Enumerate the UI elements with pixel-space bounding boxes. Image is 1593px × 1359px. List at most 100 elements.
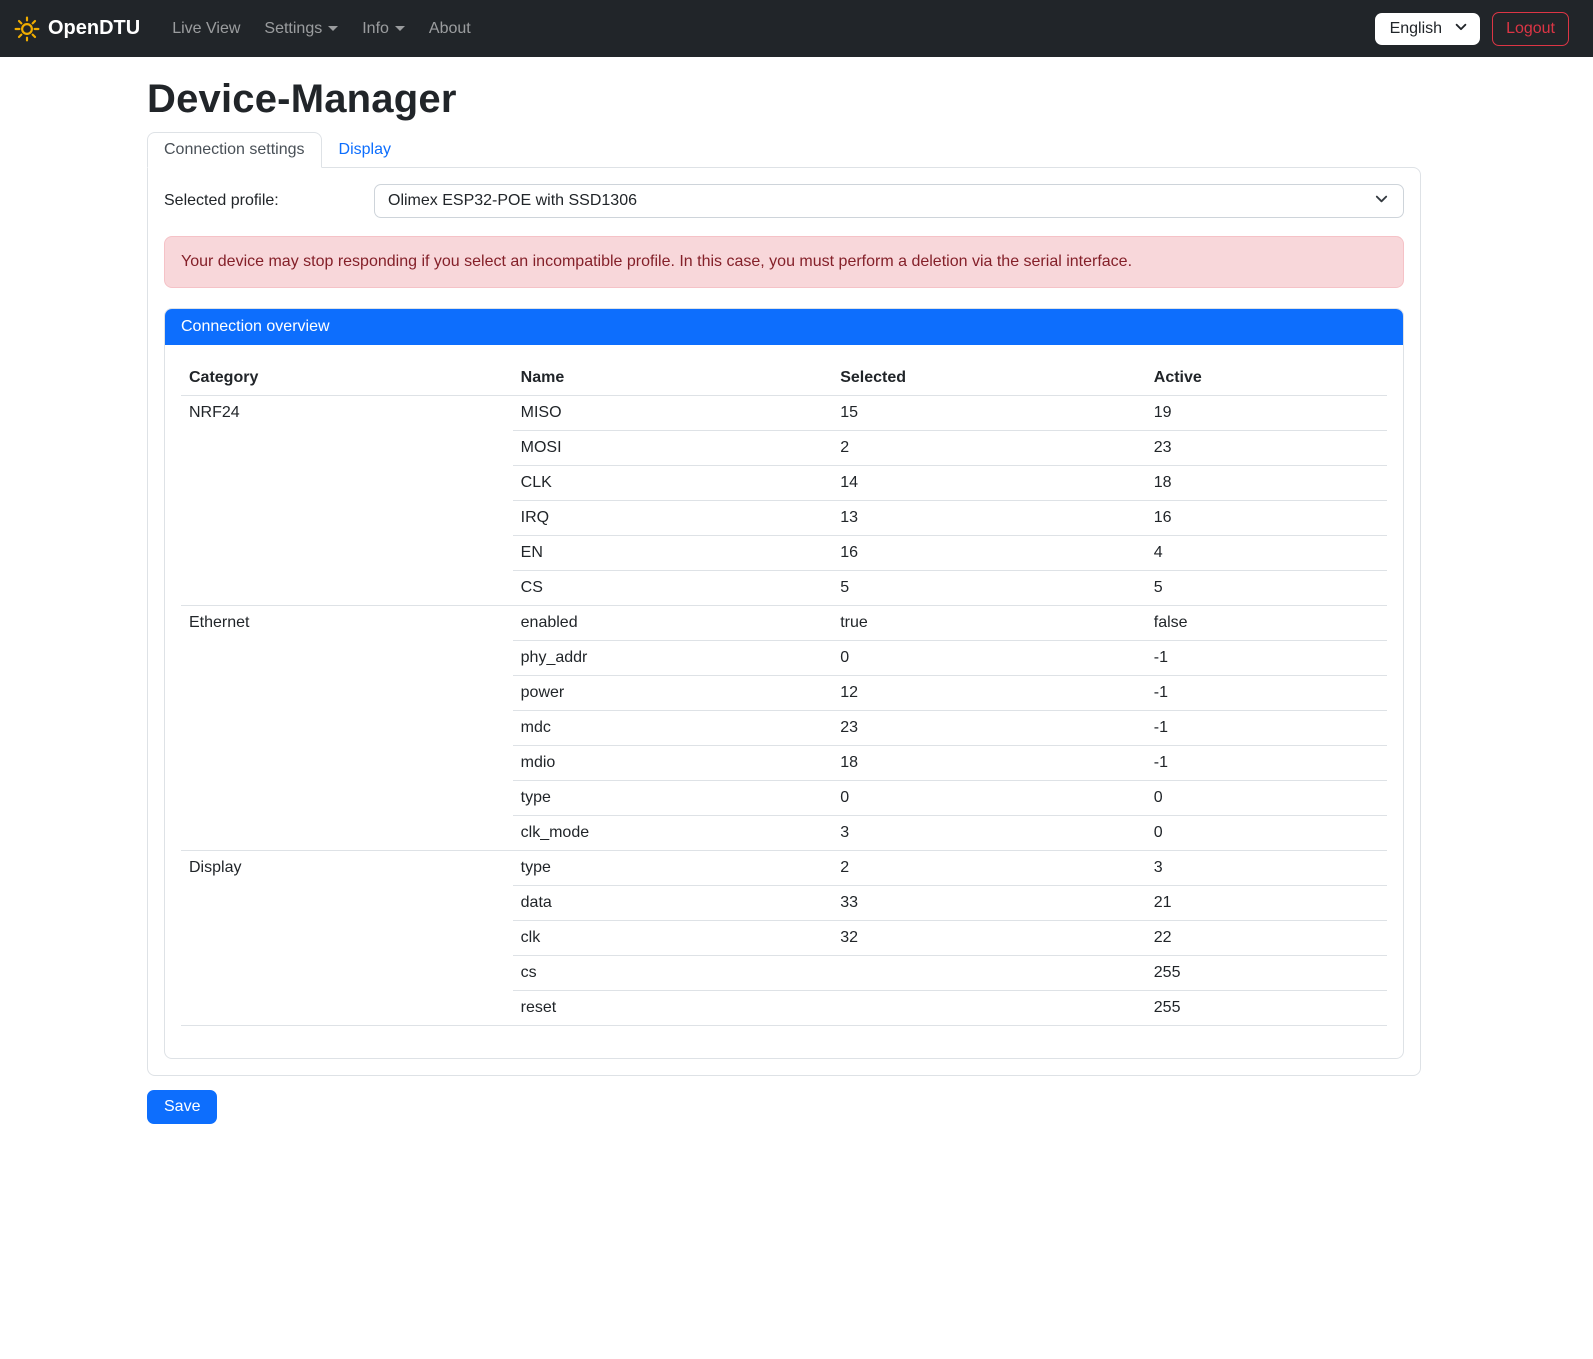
active-cell: 22 [1146, 921, 1387, 956]
name-cell: MISO [513, 396, 833, 431]
category-cell: Display [181, 851, 513, 1026]
profile-select[interactable]: Olimex ESP32-POE with SSD1306 [374, 184, 1404, 218]
name-cell: MOSI [513, 431, 833, 466]
page-title: Device-Manager [147, 77, 1421, 122]
name-cell: data [513, 886, 833, 921]
selected-cell: true [832, 606, 1146, 641]
tab-bar: Connection settings Display [147, 132, 1421, 167]
selected-cell [832, 991, 1146, 1026]
name-cell: mdio [513, 746, 833, 781]
selected-cell: 12 [832, 676, 1146, 711]
main-content: Device-Manager Connection settings Displ… [147, 77, 1421, 1124]
save-button[interactable]: Save [147, 1090, 217, 1124]
active-cell: -1 [1146, 641, 1387, 676]
selected-cell: 0 [832, 641, 1146, 676]
selected-cell: 23 [832, 711, 1146, 746]
caret-down-icon [328, 26, 338, 31]
connection-overview-body: Category Name Selected Active NRF24MISO1… [165, 345, 1403, 1058]
active-cell: 21 [1146, 886, 1387, 921]
connection-overview-table-body: NRF24MISO1519MOSI223CLK1418IRQ1316EN164C… [181, 396, 1387, 1026]
caret-down-icon [395, 26, 405, 31]
active-cell: 19 [1146, 396, 1387, 431]
selected-cell: 16 [832, 536, 1146, 571]
table-row: Displaytype23 [181, 851, 1387, 886]
name-cell: CLK [513, 466, 833, 501]
name-cell: IRQ [513, 501, 833, 536]
selected-cell: 15 [832, 396, 1146, 431]
active-cell: -1 [1146, 711, 1387, 746]
tab-display[interactable]: Display [322, 132, 408, 168]
selected-cell [832, 956, 1146, 991]
active-cell: 4 [1146, 536, 1387, 571]
selected-cell: 13 [832, 501, 1146, 536]
selected-cell: 3 [832, 816, 1146, 851]
category-cell: NRF24 [181, 396, 513, 606]
profile-select-value: Olimex ESP32-POE with SSD1306 [388, 192, 637, 209]
logout-button[interactable]: Logout [1492, 12, 1569, 46]
navbar-right: English Logout [1375, 12, 1579, 46]
column-header-name: Name [513, 361, 833, 396]
category-cell: Ethernet [181, 606, 513, 851]
nav-about[interactable]: About [417, 12, 483, 46]
brand-label: OpenDTU [48, 17, 140, 40]
active-cell: 18 [1146, 466, 1387, 501]
active-cell: 5 [1146, 571, 1387, 606]
active-cell: 3 [1146, 851, 1387, 886]
selected-cell: 2 [832, 431, 1146, 466]
name-cell: phy_addr [513, 641, 833, 676]
nav-info-label: Info [362, 20, 389, 37]
selected-cell: 5 [832, 571, 1146, 606]
name-cell: enabled [513, 606, 833, 641]
name-cell: EN [513, 536, 833, 571]
table-header-row: Category Name Selected Active [181, 361, 1387, 396]
selected-cell: 14 [832, 466, 1146, 501]
language-select-value: English [1390, 20, 1442, 37]
selected-cell: 32 [832, 921, 1146, 956]
active-cell: -1 [1146, 746, 1387, 781]
column-header-selected: Selected [832, 361, 1146, 396]
language-select[interactable]: English [1375, 13, 1480, 45]
nav-settings-label: Settings [264, 20, 322, 37]
tab-connection-settings[interactable]: Connection settings [147, 132, 322, 168]
column-header-active: Active [1146, 361, 1387, 396]
active-cell: -1 [1146, 676, 1387, 711]
name-cell: clk_mode [513, 816, 833, 851]
name-cell: type [513, 851, 833, 886]
name-cell: clk [513, 921, 833, 956]
active-cell: 0 [1146, 781, 1387, 816]
connection-overview-card: Connection overview Category Name Select… [164, 308, 1404, 1059]
active-cell: 0 [1146, 816, 1387, 851]
selected-cell: 33 [832, 886, 1146, 921]
chevron-down-icon [1454, 19, 1468, 38]
active-cell: 255 [1146, 956, 1387, 991]
nav-links: Live View Settings Info About [160, 12, 483, 46]
selected-profile-label: Selected profile: [164, 192, 374, 210]
name-cell: cs [513, 956, 833, 991]
active-cell: 255 [1146, 991, 1387, 1026]
connection-overview-header: Connection overview [165, 309, 1403, 345]
brand[interactable]: OpenDTU [14, 16, 140, 42]
table-row: Ethernetenabledtruefalse [181, 606, 1387, 641]
chevron-down-icon [1374, 191, 1389, 211]
connection-settings-panel: Selected profile: Olimex ESP32-POE with … [147, 167, 1421, 1076]
column-header-category: Category [181, 361, 513, 396]
name-cell: CS [513, 571, 833, 606]
selected-cell: 0 [832, 781, 1146, 816]
warning-alert: Your device may stop responding if you s… [164, 236, 1404, 288]
active-cell: false [1146, 606, 1387, 641]
table-row: NRF24MISO1519 [181, 396, 1387, 431]
navbar: OpenDTU Live View Settings Info About En… [0, 0, 1593, 57]
name-cell: reset [513, 991, 833, 1026]
selected-cell: 2 [832, 851, 1146, 886]
nav-info[interactable]: Info [350, 12, 417, 46]
profile-row: Selected profile: Olimex ESP32-POE with … [164, 184, 1404, 218]
name-cell: mdc [513, 711, 833, 746]
sun-icon [14, 16, 40, 42]
connection-overview-table: Category Name Selected Active NRF24MISO1… [181, 361, 1387, 1026]
nav-settings[interactable]: Settings [252, 12, 350, 46]
active-cell: 16 [1146, 501, 1387, 536]
name-cell: power [513, 676, 833, 711]
nav-live-view[interactable]: Live View [160, 12, 252, 46]
name-cell: type [513, 781, 833, 816]
selected-cell: 18 [832, 746, 1146, 781]
